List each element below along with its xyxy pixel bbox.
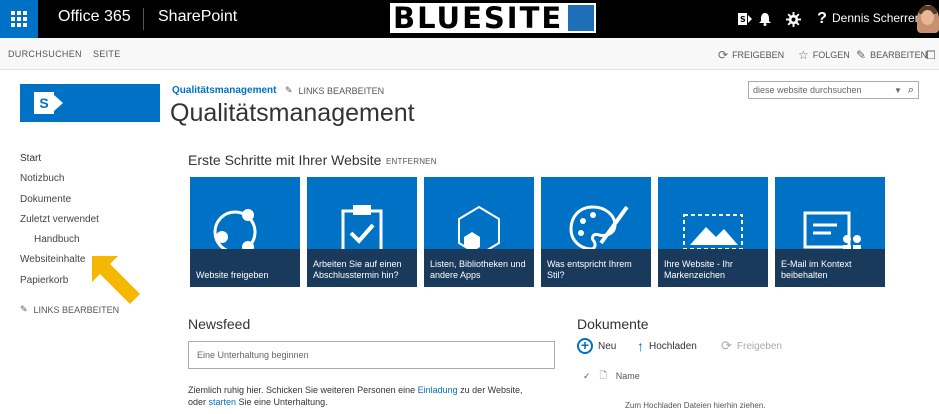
follow-button[interactable]: ☆ FOLGEN [798,48,850,62]
upload-button[interactable]: ↑ Hochladen [637,338,697,354]
logo-arrow-icon [54,95,63,111]
tile-label: Ihre Website - Ihr Markenzeichen [658,249,768,287]
conversation-input[interactable]: Eine Unterhaltung beginnen [188,341,555,369]
suite-divider [143,8,144,30]
newsfeed-empty-text: Ziemlich ruhig hier. Schicken Sie weiter… [188,385,523,407]
tile-share-site[interactable]: Website freigeben [190,177,300,287]
breadcrumb[interactable]: Qualitätsmanagement [172,85,276,96]
nav-item-handbook[interactable]: Handbuch [34,234,80,245]
share-button[interactable]: ⟳ FREIGEBEN [718,48,784,62]
follow-label: FOLGEN [812,50,850,60]
office365-brand[interactable]: Office 365 [58,8,131,26]
remove-link[interactable]: ENTFERNEN [386,157,437,166]
chevron-down-icon[interactable]: ▼ [892,86,904,95]
nav-item-start[interactable]: Start [20,153,41,164]
nav-item-notebook[interactable]: Notizbuch [20,173,64,184]
pencil-icon: ✎ [20,304,28,314]
share-docs-label: Freigeben [736,340,782,352]
new-label: Neu [598,340,617,352]
page-title: Qualitätsmanagement [170,99,415,127]
user-name[interactable]: Dennis Scherrer [832,11,919,25]
logo-text: BLUESITE [390,3,567,33]
sharepoint-s-icon: S [34,92,54,114]
tile-deadline[interactable]: Arbeiten Sie auf einen Abschlusstermin h… [307,177,417,287]
tile-label: Website freigeben [190,249,300,287]
share-icon: ⟳ [721,338,732,353]
tile-label: Was entspricht Ihrem Stil? [541,249,651,287]
edit-button[interactable]: ✎ BEARBEITEN [856,48,927,62]
nav-item-site-contents[interactable]: Websiteinhalte [20,254,85,265]
check-icon[interactable]: ✓ [583,371,591,382]
search-input[interactable]: diese website durchsuchen [749,85,892,95]
column-name[interactable]: Name [616,371,640,381]
suite-bar: Office 365 SharePoint BLUESITE S ? Denni… [0,0,939,38]
bluesite-logo: BLUESITE [390,1,597,35]
upload-label: Hochladen [649,340,697,352]
getting-started-title: Erste Schritte mit Ihrer Website [188,152,382,168]
waffle-icon[interactable] [0,0,38,38]
star-icon: ☆ [798,48,809,62]
tile-label: E-Mail im Kontext beibehalten [775,249,885,287]
ribbon: DURCHSUCHEN SEITE ⟳ FREIGEBEN ☆ FOLGEN ✎… [0,38,939,70]
tab-browse[interactable]: DURCHSUCHEN [8,49,82,59]
newsfeed-title: Newsfeed [188,316,251,332]
tile-brand[interactable]: Ihre Website - Ihr Markenzeichen [658,177,768,287]
tab-page[interactable]: SEITE [93,49,121,59]
tile-label: Listen, Bibliotheken und andere Apps [424,249,534,287]
edit-links-top-label: LINKS BEARBEITEN [298,85,385,96]
upload-icon: ↑ [637,338,644,354]
new-document-button[interactable]: + Neu [577,338,616,354]
search-icon[interactable]: ⌕ [904,84,918,97]
invite-link[interactable]: Einladung [418,385,458,395]
share-icon: ⟳ [718,48,729,62]
file-icon: 🗋 [599,370,607,380]
share-documents-button[interactable]: ⟳ Freigeben [721,338,782,354]
search-box[interactable]: diese website durchsuchen ▼ ⌕ [748,81,919,99]
tile-label: Arbeiten Sie auf einen Abschlusstermin h… [307,249,417,287]
start-link[interactable]: starten [209,397,237,407]
logo-square [566,3,597,33]
app-title[interactable]: SharePoint [158,8,237,26]
edit-links-top-button[interactable]: ✎ LINKS BEARBEITEN [285,85,384,96]
plus-icon: + [577,338,593,354]
documents-header-row: ✓ 🗋 Name [583,368,640,384]
edit-label: BEARBEITEN [870,50,928,60]
nav-item-recycle-bin[interactable]: Papierkorb [20,275,68,286]
avatar[interactable] [917,5,939,33]
share-label: FREIGEBEN [732,50,785,60]
annotation-arrow-icon [92,256,140,304]
nav-item-recent[interactable]: Zuletzt verwendet [20,214,99,225]
drop-hint: Zum Hochladen Dateien hierhin ziehen. [625,401,766,410]
tile-apps[interactable]: Listen, Bibliotheken und andere Apps [424,177,534,287]
focus-icon[interactable]: ⧠ [926,48,936,63]
tile-email[interactable]: E-Mail im Kontext beibehalten [775,177,885,287]
site-logo[interactable]: S [20,84,160,122]
pencil-icon: ✎ [285,85,293,95]
pencil-icon: ✎ [856,48,867,62]
nav-item-documents[interactable]: Dokumente [20,194,71,205]
documents-title: Dokumente [577,316,649,332]
tile-style[interactable]: Was entspricht Ihrem Stil? [541,177,651,287]
